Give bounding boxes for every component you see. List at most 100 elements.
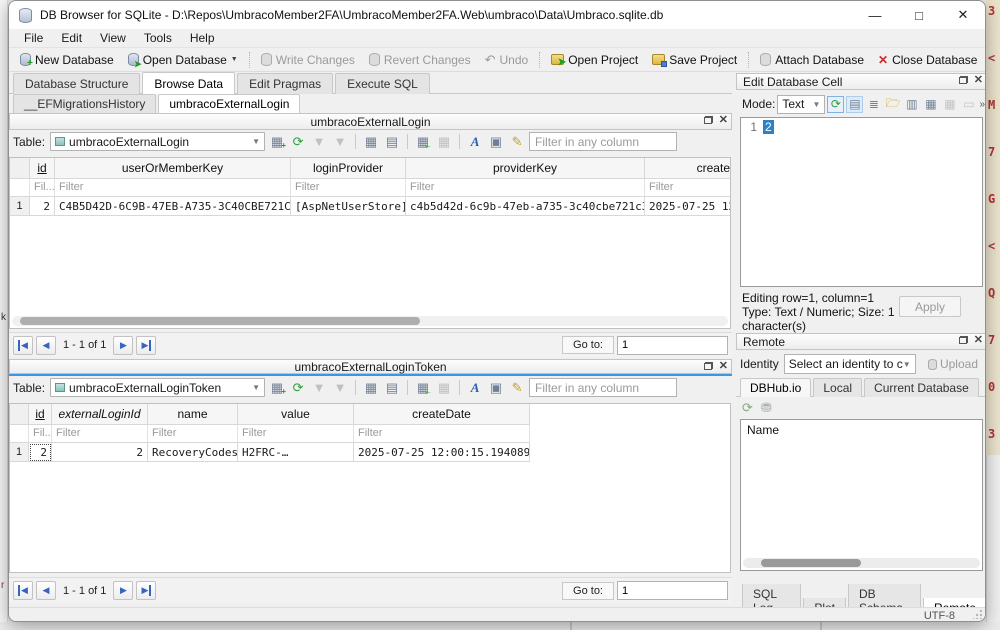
insert-record-icon[interactable]: ▦+ — [268, 379, 286, 397]
filter-input-providerkey[interactable]: Filter — [406, 179, 645, 197]
goto-button[interactable]: Go to: — [562, 336, 614, 354]
row-number[interactable]: 1 — [10, 443, 29, 462]
previous-record-button[interactable]: ◀ — [36, 336, 56, 355]
cell-value[interactable]: H2FRC-… — [238, 443, 354, 462]
first-record-button[interactable]: ◀ — [13, 336, 33, 355]
scrollbar-handle[interactable] — [20, 317, 420, 325]
cell-createdate[interactable]: 2025-07-25 12: — [645, 197, 731, 216]
filter-input-createdate[interactable]: Filter — [354, 425, 530, 443]
float-panel-icon[interactable] — [959, 336, 968, 344]
export-cell-icon[interactable]: ▦ — [941, 96, 958, 113]
clear-filters-icon[interactable]: ▼ — [331, 379, 349, 397]
print-icon[interactable]: ▤ — [383, 133, 401, 151]
menu-file[interactable]: File — [15, 29, 52, 47]
column-header-value[interactable]: value — [238, 404, 354, 425]
close-button[interactable]: ✕ — [941, 1, 985, 29]
scrollbar-handle[interactable] — [761, 559, 861, 567]
text-mode-icon[interactable]: ▤ — [846, 96, 863, 113]
panel2-header[interactable]: umbracoExternalLoginToken ✕ — [9, 359, 732, 374]
column-header-externalloginid[interactable]: externalLoginId — [52, 404, 148, 425]
menu-view[interactable]: View — [91, 29, 135, 47]
word-wrap-icon[interactable]: ≣ — [865, 96, 882, 113]
table-select[interactable]: umbracoExternalLogin ▼ — [50, 132, 265, 151]
subtab-efmigrationshistory[interactable]: __EFMigrationsHistory — [13, 94, 156, 113]
cell-userormemberkey[interactable]: C4B5D42D-6C9B-47EB-A735-3C40CBE721C3 — [55, 197, 291, 216]
panel1-header[interactable]: umbracoExternalLogin ✕ — [9, 113, 732, 130]
last-record-button[interactable]: ▶ — [136, 581, 156, 600]
close-panel-icon[interactable]: ✕ — [719, 361, 728, 371]
image-icon[interactable]: ▣ — [487, 133, 505, 151]
edit-cell-header[interactable]: Edit Database Cell ✕ — [736, 73, 986, 90]
menu-help[interactable]: Help — [181, 29, 224, 47]
maximize-button[interactable]: □ — [897, 1, 941, 29]
tab-edit-pragmas[interactable]: Edit Pragmas — [237, 73, 333, 94]
column-header-userormemberkey[interactable]: userOrMemberKey — [55, 158, 291, 179]
mode-select[interactable]: Text ▼ — [777, 95, 825, 114]
new-database-button[interactable]: + New Database — [13, 51, 121, 69]
write-changes-button[interactable]: Write Changes — [254, 51, 362, 69]
filter-input-id[interactable]: Fil... — [29, 425, 52, 443]
export-icon[interactable]: ▦ — [435, 379, 453, 397]
overflow-chevron-icon[interactable]: » — [979, 99, 985, 110]
filter-input-userormemberkey[interactable]: Filter — [55, 179, 291, 197]
menu-edit[interactable]: Edit — [52, 29, 91, 47]
new-record-icon[interactable]: ▦ — [362, 379, 380, 397]
row-number[interactable]: 1 — [10, 197, 30, 216]
list-column-header-name[interactable]: Name — [741, 420, 982, 440]
cell-value-text[interactable]: 2 — [763, 120, 774, 134]
insert-record-icon[interactable]: ▦+ — [268, 133, 286, 151]
next-record-button[interactable]: ▶ — [113, 336, 133, 355]
subtab-umbracoexternallogin[interactable]: umbracoExternalLogin — [158, 94, 300, 113]
last-record-button[interactable]: ▶ — [136, 336, 156, 355]
save-file-icon[interactable]: ▥ — [903, 96, 920, 113]
image-icon[interactable]: ▣ — [487, 379, 505, 397]
cell-createdate[interactable]: 2025-07-25 12:00:15.1940899 — [354, 443, 530, 462]
import-icon[interactable]: ▦← — [414, 133, 432, 151]
goto-button[interactable]: Go to: — [562, 582, 614, 600]
upload-button[interactable]: Upload — [923, 355, 983, 373]
auto-refresh-icon[interactable]: ⟳ — [827, 96, 844, 113]
encoding-indicator[interactable]: UTF-8 — [924, 610, 955, 622]
attach-database-button[interactable]: Attach Database — [753, 51, 871, 69]
cell-externalloginid[interactable]: 2 — [52, 443, 148, 462]
column-header-name[interactable]: name — [148, 404, 238, 425]
menu-tools[interactable]: Tools — [135, 29, 181, 47]
first-record-button[interactable]: ◀ — [13, 581, 33, 600]
float-panel-icon[interactable] — [704, 362, 713, 370]
filter-icon[interactable]: ▼ — [310, 379, 328, 397]
open-file-icon[interactable]: 🗁 — [884, 96, 901, 113]
filter-input-createdate[interactable]: Filter — [645, 179, 731, 197]
font-icon[interactable]: A — [466, 133, 484, 151]
tab-database-structure[interactable]: Database Structure — [13, 73, 140, 94]
new-record-icon[interactable]: ▦ — [362, 133, 380, 151]
set-null-icon[interactable]: ▭ — [960, 96, 977, 113]
tab-current-database[interactable]: Current Database — [864, 378, 979, 397]
apply-button[interactable]: Apply — [899, 296, 961, 317]
float-panel-icon[interactable] — [704, 116, 713, 124]
export-icon[interactable]: ▦ — [435, 133, 453, 151]
edit-cell-icon[interactable]: ✎ — [508, 379, 526, 397]
cell-value-editor[interactable]: 1 2 — [740, 117, 983, 287]
refresh-remote-icon[interactable]: ⟳ — [742, 400, 753, 416]
tab-local[interactable]: Local — [813, 378, 862, 397]
tab-execute-sql[interactable]: Execute SQL — [335, 73, 430, 94]
save-project-button[interactable]: Save Project — [645, 51, 744, 69]
goto-input[interactable] — [617, 581, 728, 600]
column-header-providerkey[interactable]: providerKey — [406, 158, 645, 179]
minimize-button[interactable]: — — [853, 1, 897, 29]
filter-input-externalloginid[interactable]: Filter — [52, 425, 148, 443]
font-icon[interactable]: A — [466, 379, 484, 397]
close-panel-icon[interactable]: ✕ — [974, 335, 983, 345]
filter-input-value[interactable]: Filter — [238, 425, 354, 443]
open-project-button[interactable]: ➤ Open Project — [544, 51, 645, 69]
import-icon[interactable]: ▦← — [414, 379, 432, 397]
close-panel-icon[interactable]: ✕ — [719, 115, 728, 125]
refresh-icon[interactable]: ⟳ — [289, 379, 307, 397]
close-database-button[interactable]: ✕ Close Database — [871, 51, 984, 69]
cell-loginprovider[interactable]: [AspNetUserStore] — [291, 197, 406, 216]
column-header-id[interactable]: id — [30, 158, 55, 179]
open-database-button[interactable]: ➤ Open Database ▼ — [121, 51, 245, 69]
float-panel-icon[interactable] — [959, 76, 968, 84]
revert-changes-button[interactable]: Revert Changes — [362, 51, 478, 69]
column-header-id[interactable]: id — [29, 404, 52, 425]
